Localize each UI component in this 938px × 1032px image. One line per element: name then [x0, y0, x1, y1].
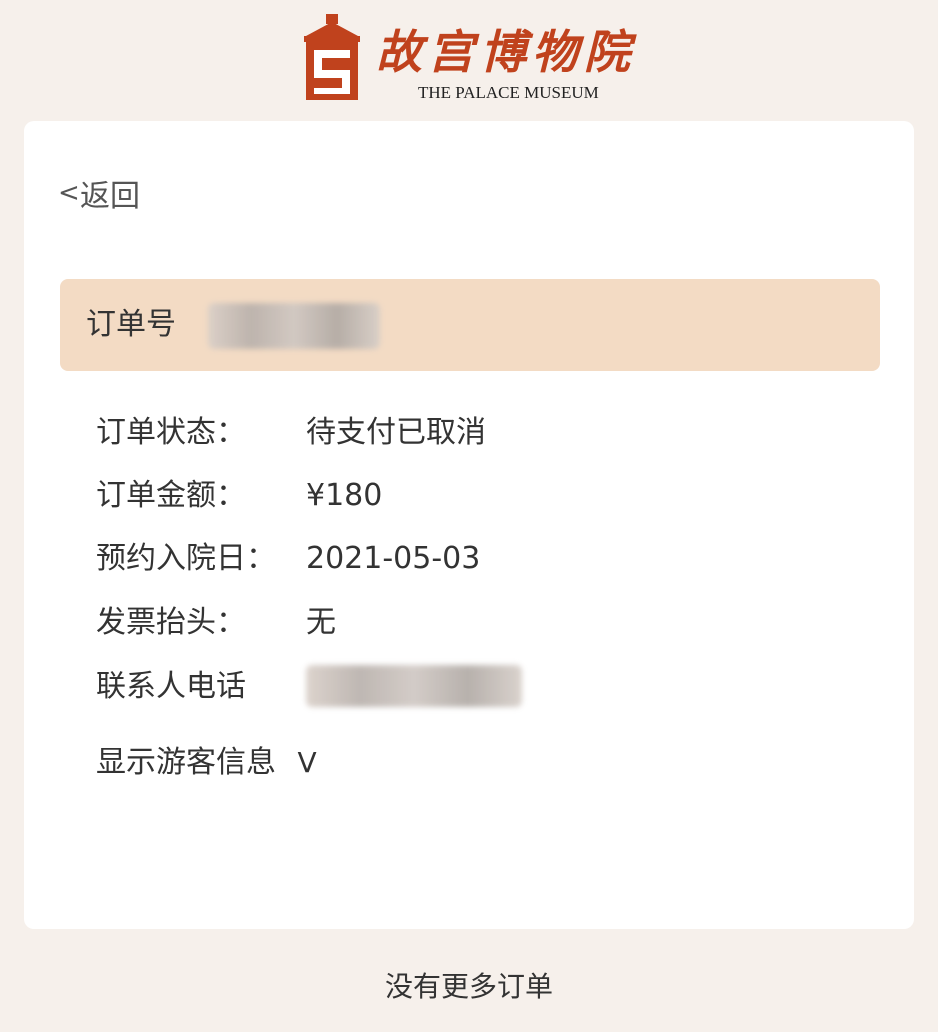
- show-guest-info-toggle[interactable]: 显示游客信息 V: [96, 741, 317, 785]
- back-label: 返回: [80, 179, 140, 214]
- order-status-label: 订单状态：: [96, 415, 246, 450]
- order-detail-card: < 返回 订单号 订单状态： 待支付已取消 订单金额： ¥180 预约入院日： …: [24, 121, 914, 929]
- logo-chinese-wordmark: 故宫博物院: [376, 25, 636, 79]
- visit-date-label: 预约入院日：: [96, 541, 276, 576]
- order-number-bar: 订单号: [60, 279, 880, 371]
- contact-phone-redacted: [306, 665, 522, 707]
- visit-date-value: 2021-05-03: [306, 541, 481, 576]
- back-button[interactable]: < 返回: [58, 171, 140, 215]
- app-header: 故宫博物院 THE PALACE MUSEUM: [0, 0, 938, 118]
- order-number-redacted: [208, 303, 380, 349]
- chevron-left-icon: <: [58, 178, 80, 208]
- order-number-label: 订单号: [86, 307, 176, 342]
- chevron-down-icon: V: [297, 746, 317, 779]
- logo-english-wordmark: THE PALACE MUSEUM: [418, 83, 599, 102]
- invoice-title-label: 发票抬头：: [96, 605, 246, 640]
- invoice-title-value: 无: [306, 605, 336, 640]
- no-more-orders-text: 没有更多订单: [384, 970, 553, 1003]
- order-amount-value: ¥180: [306, 478, 383, 513]
- palace-gate-icon: [304, 14, 360, 100]
- order-amount-label: 订单金额：: [96, 478, 246, 513]
- show-guest-info-label: 显示游客信息: [96, 745, 276, 780]
- contact-phone-label: 联系人电话: [96, 669, 246, 704]
- order-status-value: 待支付已取消: [306, 415, 486, 450]
